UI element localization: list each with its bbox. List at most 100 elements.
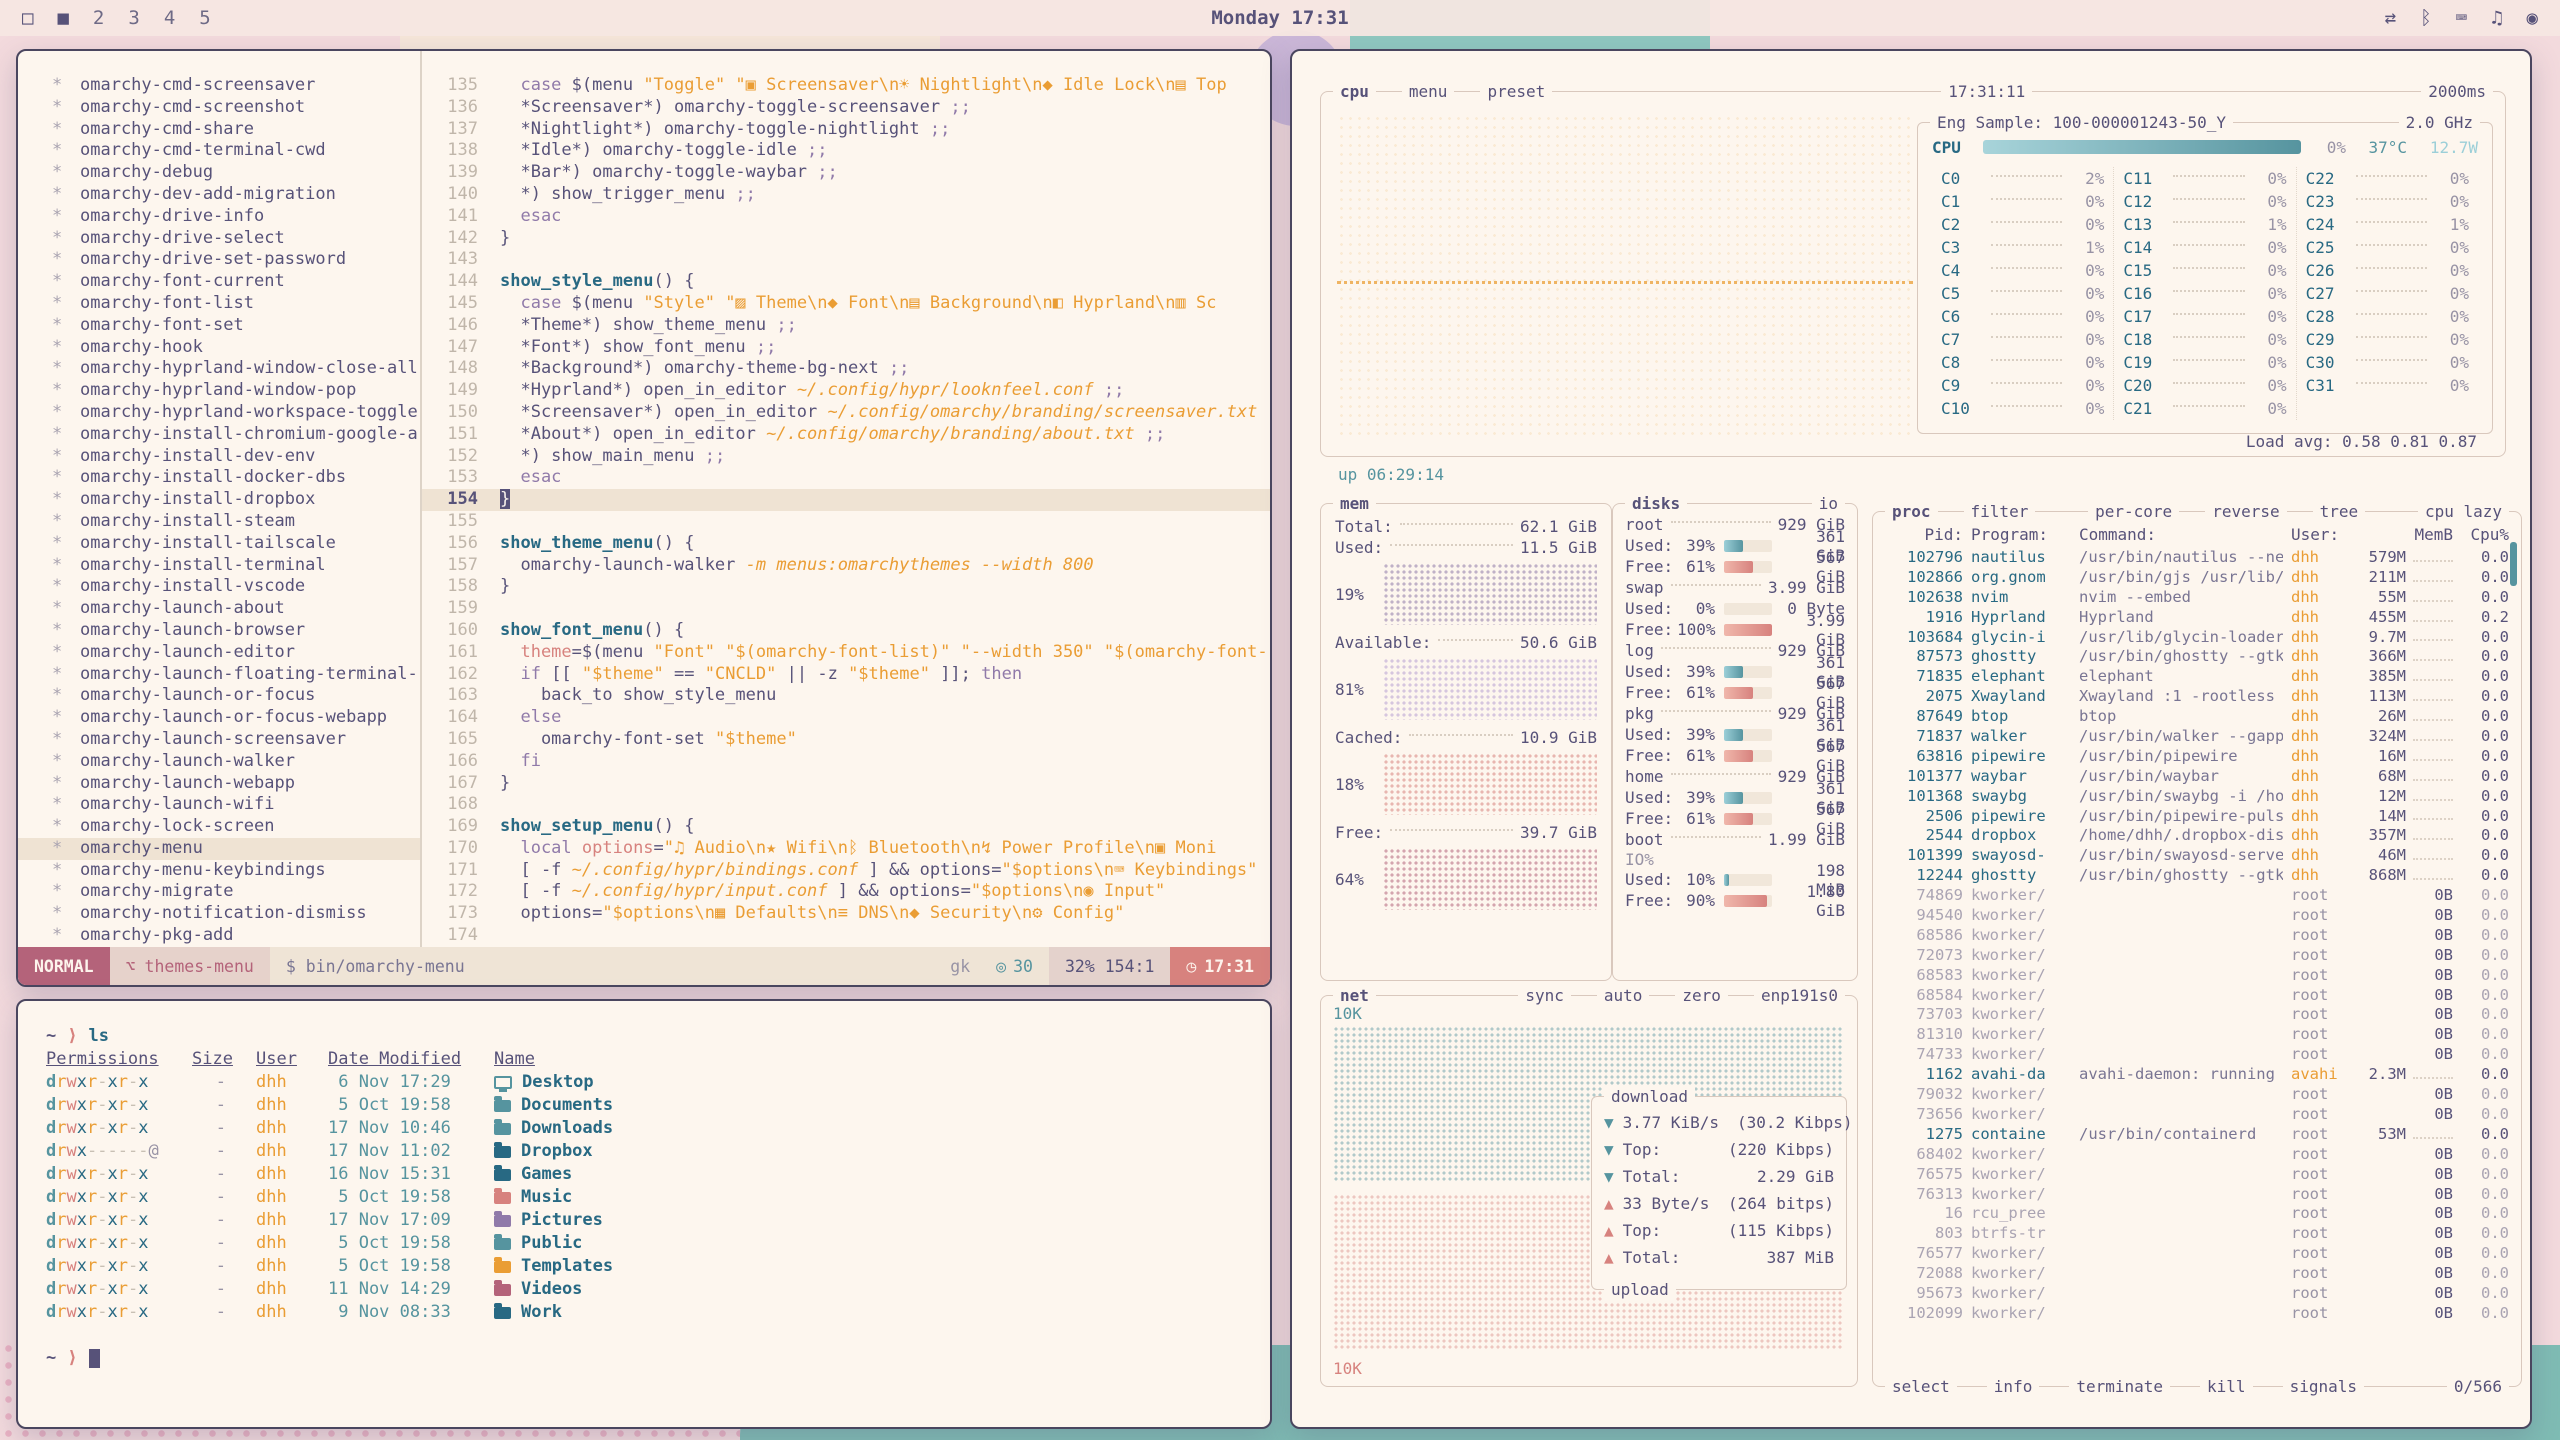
- net-interface[interactable]: enp191s0: [1754, 984, 1845, 1007]
- code-line[interactable]: 135 case $(menu "Toggle" "▣ Screensaver\…: [422, 75, 1270, 97]
- process-row[interactable]: 71837walker/usr/bin/walker --gappldhh324…: [1885, 727, 2509, 747]
- code-line[interactable]: 156show_theme_menu() {: [422, 533, 1270, 555]
- file-item[interactable]: *omarchy-debug: [18, 162, 420, 184]
- process-row[interactable]: 72073kworker/root0B0.0: [1885, 946, 2509, 966]
- file-item[interactable]: *omarchy-install-dev-env: [18, 446, 420, 468]
- process-row[interactable]: 68584kworker/root0B0.0: [1885, 986, 2509, 1006]
- proc-tab[interactable]: proc: [1885, 500, 1938, 523]
- disks-tab[interactable]: disks: [1625, 492, 1687, 515]
- code-line[interactable]: 139 *Bar*) omarchy-toggle-waybar ;;: [422, 162, 1270, 184]
- scrollbar-thumb[interactable]: [2510, 542, 2517, 586]
- process-row[interactable]: 1275containe/usr/bin/containerdroot53M0.…: [1885, 1125, 2509, 1145]
- proc-col-command[interactable]: Command:: [2079, 522, 2283, 548]
- code-line[interactable]: 142}: [422, 228, 1270, 250]
- file-item[interactable]: *omarchy-drive-select: [18, 228, 420, 250]
- process-row[interactable]: 2544dropbox/home/dhh/.dropbox-distdhh357…: [1885, 826, 2509, 846]
- process-row[interactable]: 95673kworker/root0B0.0: [1885, 1284, 2509, 1304]
- file-item[interactable]: *omarchy-cmd-terminal-cwd: [18, 140, 420, 162]
- process-row[interactable]: 76313kworker/root0B0.0: [1885, 1185, 2509, 1205]
- process-row[interactable]: 72088kworker/root0B0.0: [1885, 1264, 2509, 1284]
- code-line[interactable]: 153 esac: [422, 467, 1270, 489]
- code-line[interactable]: 146 *Theme*) show_theme_menu ;;: [422, 315, 1270, 337]
- file-item[interactable]: *omarchy-drive-info: [18, 206, 420, 228]
- code-line[interactable]: 152 *) show_main_menu ;;: [422, 446, 1270, 468]
- file-item[interactable]: *omarchy-lock-screen: [18, 816, 420, 838]
- process-row[interactable]: 102796nautilus/usr/bin/nautilus --newdhh…: [1885, 548, 2509, 568]
- sort-mode[interactable]: cpu lazy: [2418, 500, 2509, 523]
- code-line[interactable]: 172 [ -f ~/.config/hypr/input.conf ] && …: [422, 881, 1270, 903]
- process-row[interactable]: 81310kworker/root0B0.0: [1885, 1025, 2509, 1045]
- code-line[interactable]: 137 *Nightlight*) omarchy-toggle-nightli…: [422, 119, 1270, 141]
- process-row[interactable]: 103684glycin-i/usr/lib/glycin-loadersdhh…: [1885, 628, 2509, 648]
- process-row[interactable]: 73656kworker/root0B0.0: [1885, 1105, 2509, 1125]
- file-item[interactable]: *omarchy-launch-browser: [18, 620, 420, 642]
- process-row[interactable]: 76575kworker/root0B0.0: [1885, 1165, 2509, 1185]
- tab-preset[interactable]: preset: [1480, 80, 1552, 103]
- mem-tab[interactable]: mem: [1333, 492, 1376, 515]
- code-line[interactable]: 168: [422, 794, 1270, 816]
- file-item[interactable]: *omarchy-launch-or-focus: [18, 685, 420, 707]
- terminal-window[interactable]: ~ ⟩ ls PermissionsSizeUserDate ModifiedN…: [16, 999, 1272, 1429]
- process-table-header[interactable]: Pid:Program:Command:User:MemBCpu%: [1885, 522, 2509, 548]
- process-row[interactable]: 74869kworker/root0B0.0: [1885, 886, 2509, 906]
- file-item[interactable]: *omarchy-install-chromium-google-a: [18, 424, 420, 446]
- file-item[interactable]: *omarchy-menu-keybindings: [18, 860, 420, 882]
- file-item[interactable]: *omarchy-cmd-screensaver: [18, 75, 420, 97]
- code-line[interactable]: 136 *Screensaver*) omarchy-toggle-screen…: [422, 97, 1270, 119]
- file-item[interactable]: *omarchy-install-tailscale: [18, 533, 420, 555]
- proc-col-program[interactable]: Program:: [1971, 522, 2071, 548]
- file-item[interactable]: *omarchy-font-set: [18, 315, 420, 337]
- file-item[interactable]: *omarchy-install-vscode: [18, 576, 420, 598]
- process-row[interactable]: 87649btopbtopdhh26M0.0: [1885, 707, 2509, 727]
- code-line[interactable]: 144show_style_menu() {: [422, 271, 1270, 293]
- file-item[interactable]: *omarchy-hyprland-window-pop: [18, 380, 420, 402]
- process-row[interactable]: 68583kworker/root0B0.0: [1885, 966, 2509, 986]
- file-item[interactable]: *omarchy-font-current: [18, 271, 420, 293]
- process-row[interactable]: 101368swaybg/usr/bin/swaybg -i /homdhh12…: [1885, 787, 2509, 807]
- process-row[interactable]: 68586kworker/root0B0.0: [1885, 926, 2509, 946]
- net-toggle-sync[interactable]: sync: [1518, 984, 1571, 1007]
- file-item[interactable]: *omarchy-drive-set-password: [18, 249, 420, 271]
- screenshare-icon[interactable]: ⇄: [2385, 7, 2396, 29]
- code-line[interactable]: 150 *Screensaver*) open_in_editor ~/.con…: [422, 402, 1270, 424]
- process-row[interactable]: 76577kworker/root0B0.0: [1885, 1244, 2509, 1264]
- code-line[interactable]: 149 *Hyprland*) open_in_editor ~/.config…: [422, 380, 1270, 402]
- file-item[interactable]: *omarchy-launch-floating-terminal-: [18, 664, 420, 686]
- workspace-5[interactable]: 5: [199, 7, 210, 29]
- process-row[interactable]: 94540kworker/root0B0.0: [1885, 906, 2509, 926]
- code-line[interactable]: 173 options="$options\n▦ Defaults\n≡ DNS…: [422, 903, 1270, 925]
- file-item[interactable]: *omarchy-hyprland-workspace-toggle: [18, 402, 420, 424]
- file-item[interactable]: *omarchy-install-steam: [18, 511, 420, 533]
- proc-col-user[interactable]: User:: [2291, 522, 2349, 548]
- code-line[interactable]: 169show_setup_menu() {: [422, 816, 1270, 838]
- footer-button-info[interactable]: info: [1987, 1375, 2040, 1398]
- code-line[interactable]: 140 *) show_trigger_menu ;;: [422, 184, 1270, 206]
- keyboard-icon[interactable]: ⌨: [2456, 7, 2467, 29]
- process-row[interactable]: 803btrfs-trroot0B0.0: [1885, 1224, 2509, 1244]
- workspace-3[interactable]: 3: [128, 7, 139, 29]
- process-row[interactable]: 102099kworker/root0B0.0: [1885, 1304, 2509, 1324]
- process-row[interactable]: 101399swayosd-/usr/bin/swayosd-serverdhh…: [1885, 846, 2509, 866]
- process-row[interactable]: 1162avahi-daavahi-daemon: running [avahi…: [1885, 1065, 2509, 1085]
- code-line[interactable]: 159: [422, 598, 1270, 620]
- footer-button-terminate[interactable]: terminate: [2069, 1375, 2170, 1398]
- code-line[interactable]: 160show_font_menu() {: [422, 620, 1270, 642]
- code-line[interactable]: 174: [422, 925, 1270, 947]
- bluetooth-icon[interactable]: ᛒ: [2420, 7, 2431, 29]
- code-line[interactable]: 141 esac: [422, 206, 1270, 228]
- file-item[interactable]: *omarchy-cmd-share: [18, 119, 420, 141]
- file-item[interactable]: *omarchy-notification-dismiss: [18, 903, 420, 925]
- process-row[interactable]: 2506pipewire/usr/bin/pipewire-pulsedhh14…: [1885, 807, 2509, 827]
- file-item[interactable]: *omarchy-menu: [18, 838, 420, 860]
- code-line[interactable]: 170 local options="♫ Audio\n★ Wifi\nᛒ Bl…: [422, 838, 1270, 860]
- code-editor[interactable]: 135 case $(menu "Toggle" "▣ Screensaver\…: [422, 51, 1270, 947]
- tab-cpu[interactable]: cpu: [1333, 80, 1376, 103]
- process-row[interactable]: 101377waybar/usr/bin/waybardhh68M0.0: [1885, 767, 2509, 787]
- code-line[interactable]: 147 *Font*) show_font_menu ;;: [422, 337, 1270, 359]
- code-line[interactable]: 162 if [[ "$theme" == "CNCLD" || -z "$th…: [422, 664, 1270, 686]
- process-row[interactable]: 68402kworker/root0B0.0: [1885, 1145, 2509, 1165]
- file-item[interactable]: *omarchy-pkg-add: [18, 925, 420, 947]
- file-item[interactable]: *omarchy-launch-about: [18, 598, 420, 620]
- file-item[interactable]: *omarchy-dev-add-migration: [18, 184, 420, 206]
- process-row[interactable]: 87573ghostty/usr/bin/ghostty --gtk-dhh36…: [1885, 647, 2509, 667]
